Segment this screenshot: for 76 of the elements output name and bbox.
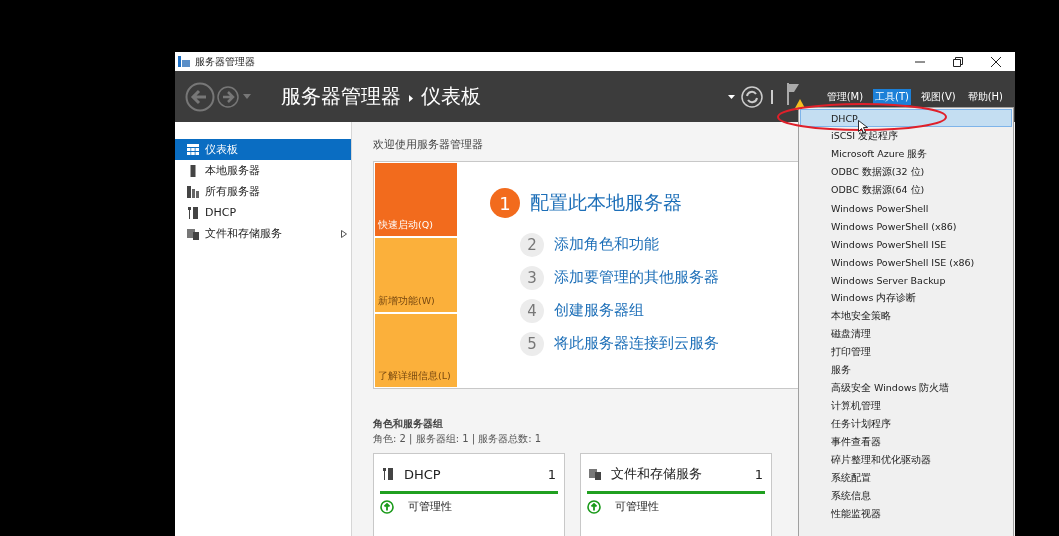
- menu-option[interactable]: 事件查看器: [800, 433, 1012, 451]
- servers-icon: [187, 185, 199, 198]
- menu-option[interactable]: Windows 内存诊断: [800, 289, 1012, 307]
- role-card[interactable]: DHCP 1 可管理性: [373, 453, 565, 536]
- sidebar-item[interactable]: 本地服务器: [175, 160, 351, 181]
- menu-option[interactable]: Windows PowerShell ISE (x86): [800, 253, 1012, 271]
- roles-summary: 角色: 2 | 服务器组: 1 | 服务器总数: 1: [373, 432, 542, 446]
- tools-server-icon: [382, 468, 394, 480]
- status-label: 可管理性: [615, 499, 659, 514]
- menu-option[interactable]: 磁盘清理: [800, 325, 1012, 343]
- menu-option[interactable]: 碎片整理和优化驱动器: [800, 451, 1012, 469]
- menu-option[interactable]: 任务计划程序: [800, 415, 1012, 433]
- refresh-button[interactable]: [740, 85, 763, 108]
- status-label: 可管理性: [408, 499, 452, 514]
- window-title: 服务器管理器: [195, 54, 255, 69]
- step-link[interactable]: 将此服务器连接到云服务: [554, 334, 719, 353]
- expand-arrow-icon[interactable]: [341, 229, 347, 238]
- menu-option[interactable]: Microsoft Azure 服务: [800, 145, 1012, 163]
- close-icon[interactable]: [991, 56, 1001, 67]
- menu-item[interactable]: 视图(V): [919, 88, 958, 105]
- folder-server-icon: [589, 468, 601, 480]
- quick-tile[interactable]: 了解详细信息(L): [375, 313, 457, 387]
- step-number: 1: [490, 188, 520, 218]
- notification-flag-icon[interactable]: [786, 82, 807, 111]
- menu-item[interactable]: 帮助(H): [965, 88, 1005, 105]
- restore-icon[interactable]: [953, 56, 963, 67]
- menu-option[interactable]: Windows PowerShell: [800, 199, 1012, 217]
- menu-option[interactable]: DHCP: [800, 109, 1012, 127]
- card-count: 1: [547, 466, 556, 482]
- sidebar-item[interactable]: 文件和存储服务: [175, 223, 351, 244]
- menu-option[interactable]: 计算机管理: [800, 397, 1012, 415]
- app-icon: [178, 56, 190, 67]
- menu-item[interactable]: 管理(M): [824, 88, 866, 105]
- card-title: DHCP: [404, 466, 442, 482]
- menu-option[interactable]: Windows PowerShell ISE: [800, 235, 1012, 253]
- step-number: 3: [520, 265, 544, 290]
- sidebar-item[interactable]: DHCP: [175, 202, 351, 223]
- back-button[interactable]: [185, 81, 215, 112]
- card-count: 1: [754, 466, 763, 482]
- step-link[interactable]: 添加角色和功能: [554, 235, 659, 254]
- menu-option[interactable]: 性能监视器: [800, 505, 1012, 523]
- step-number: 5: [520, 331, 544, 356]
- menu-option[interactable]: 高级安全 Windows 防火墙: [800, 379, 1012, 397]
- sidebar-item[interactable]: 所有服务器: [175, 181, 351, 202]
- menu-option[interactable]: 本地安全策略: [800, 307, 1012, 325]
- step-link[interactable]: 配置此本地服务器: [530, 190, 682, 216]
- menu-option[interactable]: 服务: [800, 361, 1012, 379]
- menu-option[interactable]: Windows Server Backup: [800, 271, 1012, 289]
- up-arrow-icon: [380, 499, 394, 514]
- tools-server-icon: [187, 206, 199, 219]
- up-arrow-icon: [587, 499, 601, 514]
- menu-option[interactable]: 系统信息: [800, 487, 1012, 505]
- menu-item[interactable]: 工具(T): [873, 88, 911, 105]
- step-number: 2: [520, 232, 544, 257]
- menu-option[interactable]: Windows PowerShell (x86): [800, 217, 1012, 235]
- section-title: 角色和服务器组: [373, 417, 443, 431]
- step-link[interactable]: 创建服务器组: [554, 301, 644, 320]
- breadcrumb-arrow-icon: [409, 95, 413, 102]
- forward-button[interactable]: [217, 85, 239, 108]
- quick-tile[interactable]: 新增功能(W): [375, 238, 457, 312]
- menu-option[interactable]: 打印管理: [800, 343, 1012, 361]
- step-link[interactable]: 添加要管理的其他服务器: [554, 268, 719, 287]
- breadcrumb-text: 仪表板: [421, 83, 481, 110]
- role-card[interactable]: 文件和存储服务 1 可管理性: [580, 453, 772, 536]
- menu-option[interactable]: 系统配置: [800, 469, 1012, 487]
- breadcrumb-text[interactable]: 服务器管理器: [281, 83, 401, 110]
- dropdown-caret-icon[interactable]: [727, 94, 735, 99]
- menu-option[interactable]: ODBC 数据源(64 位): [800, 181, 1012, 199]
- welcome-title: 欢迎使用服务器管理器: [373, 138, 483, 152]
- folder-server-icon: [187, 227, 199, 240]
- grid-icon: [187, 144, 199, 155]
- menu-option[interactable]: ODBC 数据源(32 位): [800, 163, 1012, 181]
- card-title: 文件和存储服务: [611, 465, 703, 483]
- separator-icon: [770, 89, 773, 104]
- sidebar-item[interactable]: 仪表板: [175, 139, 351, 160]
- step-number: 4: [520, 298, 544, 323]
